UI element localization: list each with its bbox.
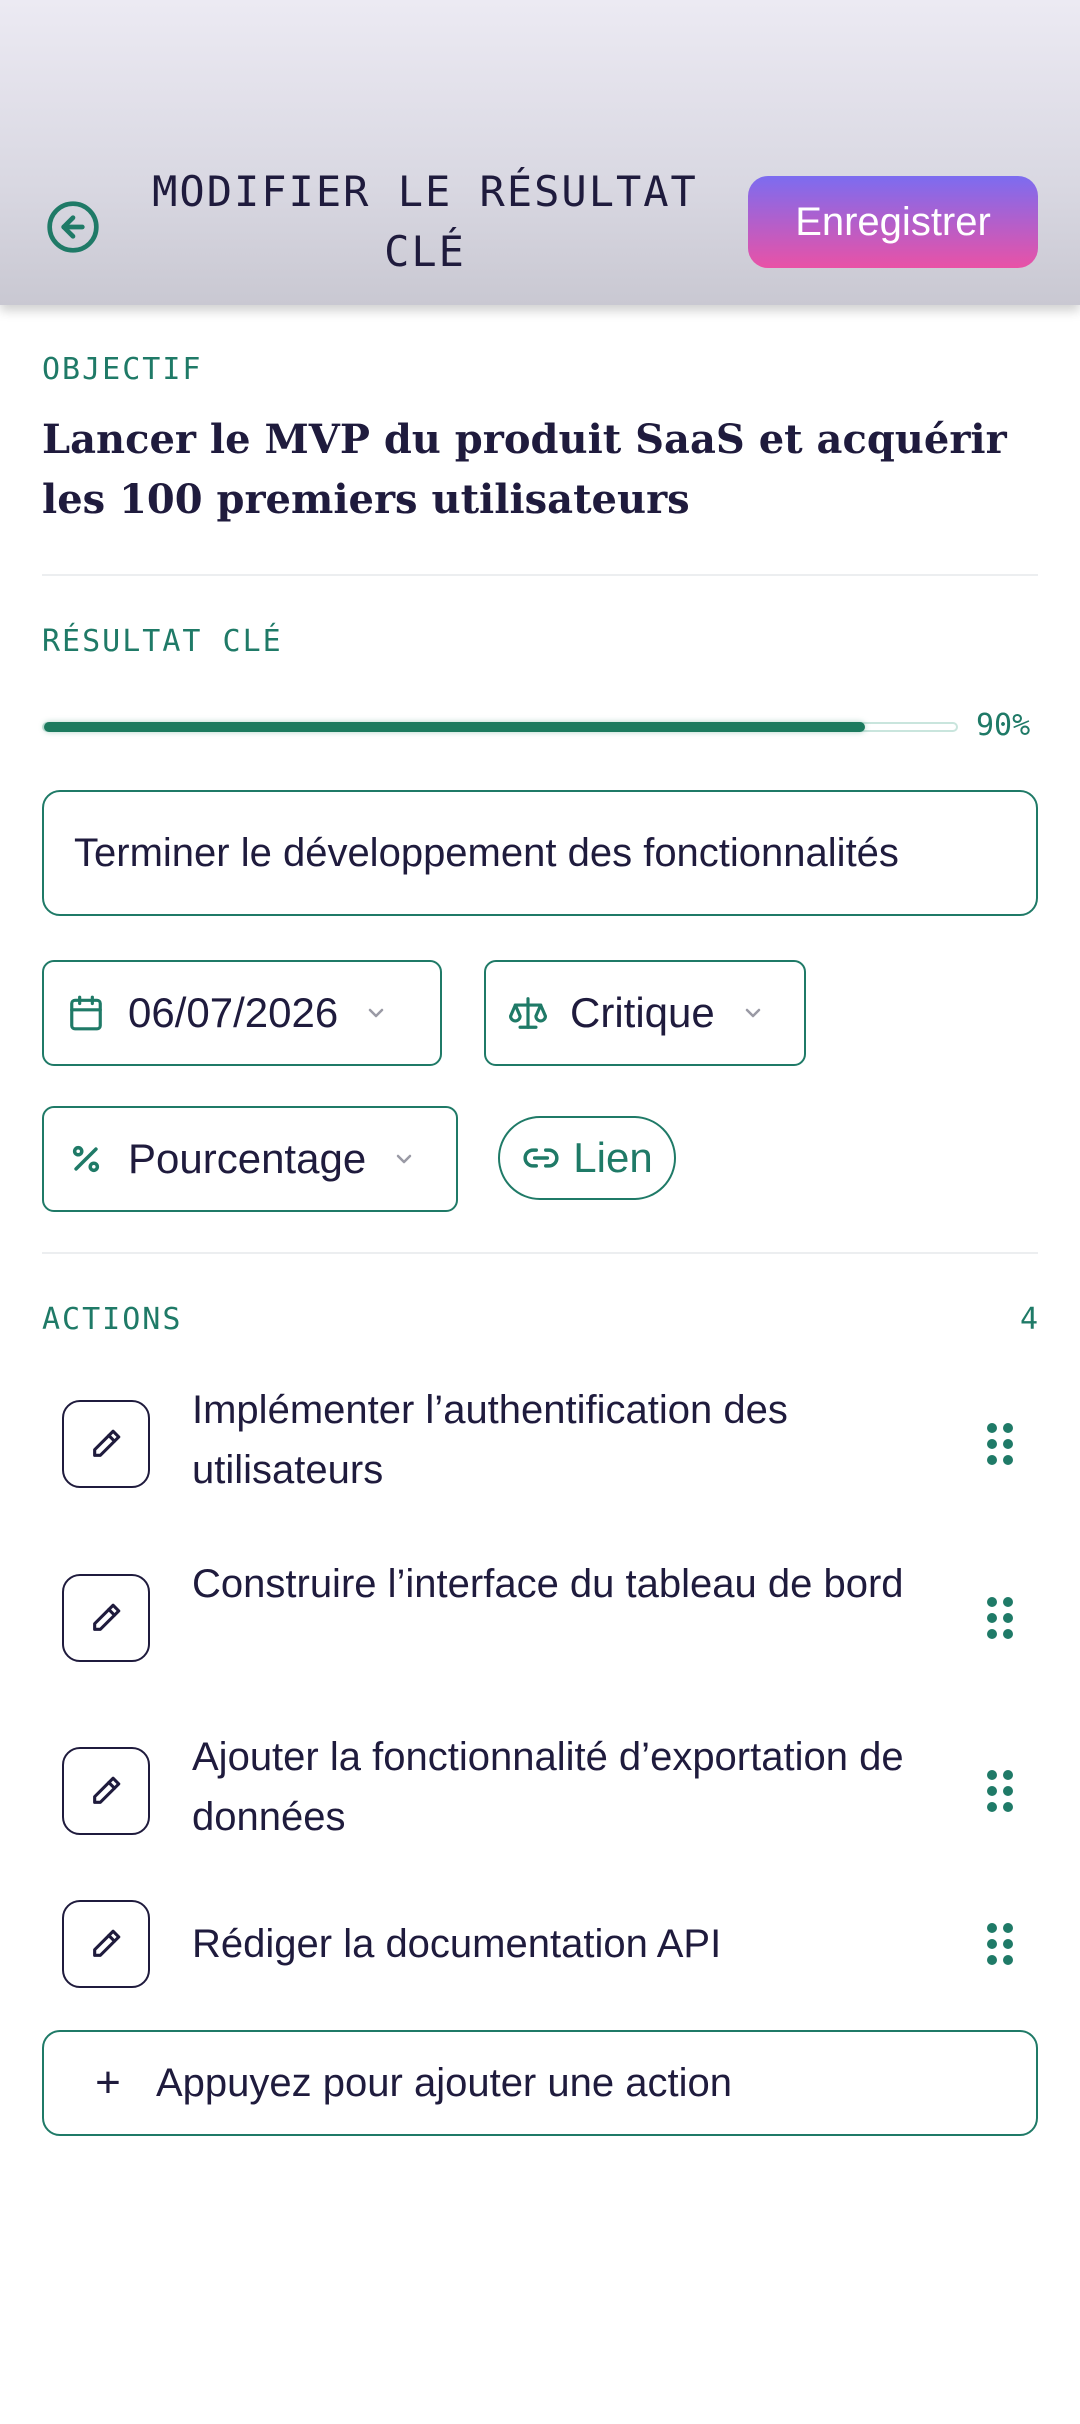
actions-label: ACTIONS: [42, 1302, 183, 1337]
key-result-title-input[interactable]: Terminer le développement des fonctionna…: [42, 790, 1038, 916]
edit-action-button[interactable]: [62, 1400, 150, 1488]
due-date-value: 06/07/2026: [128, 989, 339, 1036]
chevron-down-icon: [362, 999, 390, 1027]
action-text: Construire l’interface du tableau de bor…: [192, 1562, 904, 1606]
progress-bar: [42, 722, 958, 732]
chevron-down-icon: [739, 999, 767, 1027]
back-button[interactable]: [42, 196, 104, 258]
divider: [42, 574, 1038, 576]
page-title: MODIFIER LE RÉSULTAT CLÉ: [152, 167, 698, 276]
pencil-icon: [93, 1776, 121, 1804]
link-icon: [521, 1138, 561, 1178]
drag-handle-icon[interactable]: [980, 1588, 1020, 1648]
progress-percent: 90%: [976, 708, 1031, 743]
add-action-button[interactable]: + Appuyez pour ajouter une action: [42, 2030, 1038, 2136]
arrow-left-circle-icon: [47, 201, 99, 253]
app-header: MODIFIER LE RÉSULTAT CLÉ Enregistrer: [0, 0, 1080, 305]
drag-handle-icon[interactable]: [980, 1761, 1020, 1821]
drag-handle-icon[interactable]: [980, 1914, 1020, 1974]
measure-type-value: Pourcentage: [128, 1135, 367, 1182]
due-date-select[interactable]: 06/07/2026: [42, 960, 442, 1066]
scale-icon: [508, 993, 548, 1033]
progress-fill: [44, 722, 865, 732]
drag-handle-icon[interactable]: [980, 1414, 1020, 1474]
priority-select[interactable]: Critique: [484, 960, 806, 1066]
calendar-icon: [66, 993, 106, 1033]
objective-text: Lancer le MVP du produit SaaS et acquéri…: [42, 416, 1007, 523]
actions-count: 4: [1019, 1302, 1038, 1337]
pencil-icon: [93, 1929, 121, 1957]
chevron-down-icon: [390, 1145, 418, 1173]
link-label: Lien: [573, 1134, 653, 1181]
percent-icon: [66, 1139, 106, 1179]
divider: [42, 1252, 1038, 1254]
priority-value: Critique: [570, 989, 715, 1036]
measure-type-select[interactable]: Pourcentage: [42, 1106, 458, 1212]
edit-action-button[interactable]: [62, 1747, 150, 1835]
key-result-label: RÉSULTAT CLÉ: [42, 624, 283, 659]
pencil-icon: [93, 1603, 121, 1631]
action-text: Ajouter la fonctionnalité d’exportation …: [192, 1735, 904, 1839]
edit-action-button[interactable]: [62, 1574, 150, 1662]
edit-action-button[interactable]: [62, 1900, 150, 1988]
link-button[interactable]: Lien: [498, 1116, 676, 1200]
pencil-icon: [93, 1429, 121, 1457]
plus-icon: +: [95, 2058, 121, 2107]
objective-label: OBJECTIF: [42, 352, 203, 387]
save-button[interactable]: Enregistrer: [748, 176, 1038, 268]
action-text: Implémenter l’authentification des utili…: [192, 1388, 788, 1492]
add-action-label: Appuyez pour ajouter une action: [156, 2060, 732, 2105]
action-text: Rédiger la documentation API: [192, 1922, 722, 1966]
